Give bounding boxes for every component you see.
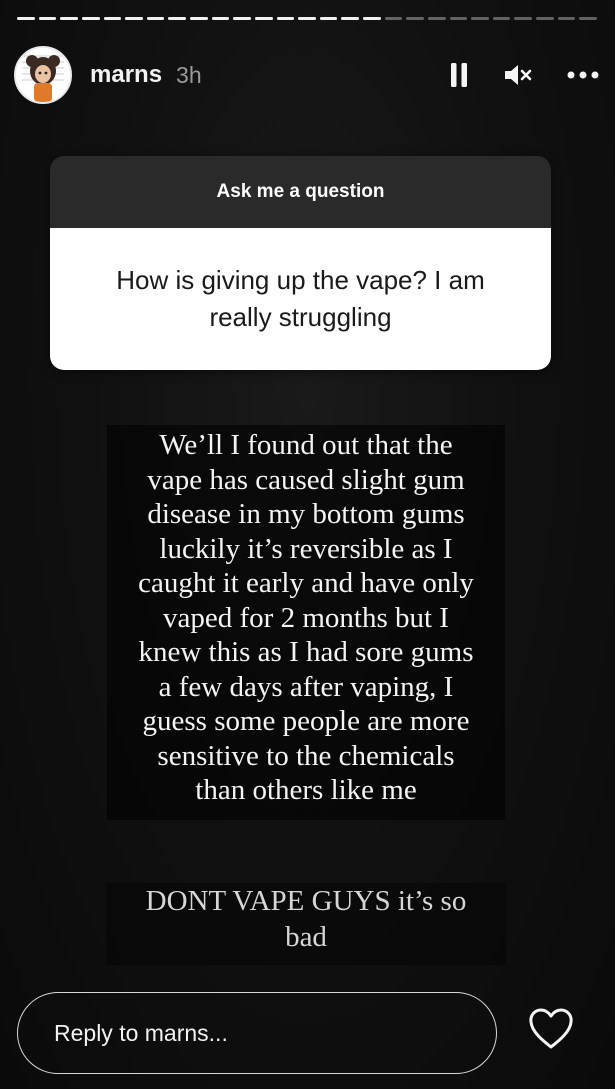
caption-line: knew this as I had sore gums	[138, 636, 474, 668]
progress-segment-fill	[363, 17, 381, 20]
more-icon[interactable]	[567, 71, 599, 79]
reply-input[interactable]: Reply to marns...	[17, 992, 497, 1074]
progress-segment-fill	[168, 17, 186, 20]
progress-segment	[254, 17, 273, 20]
progress-segment-fill	[276, 17, 295, 20]
progress-segment	[211, 17, 230, 20]
caption-line: sensitive to the chemicals	[157, 739, 455, 772]
caption-line: guess some people are more	[142, 705, 470, 737]
progress-segment-fill	[125, 17, 143, 20]
progress-segment	[557, 17, 576, 20]
question-line: How is giving up the vape? I am	[116, 265, 485, 295]
progress-segment	[406, 17, 424, 20]
progress-segment	[233, 17, 251, 20]
cta-line: bad	[285, 921, 327, 953]
progress-segment-fill	[190, 17, 208, 20]
progress-segment-fill	[211, 17, 230, 20]
caption-line: caught it early and have only	[138, 567, 474, 599]
progress-segment	[276, 17, 295, 20]
story-caption: We’ll I found out that the vape has caus…	[107, 425, 505, 820]
caption-line: a few days after vaping, I	[158, 670, 454, 703]
progress-segment	[168, 17, 186, 20]
progress-segment	[38, 17, 57, 20]
progress-segment-fill	[103, 17, 122, 20]
progress-segment	[514, 17, 532, 20]
question-text: How is giving up the vape? I am really s…	[50, 228, 551, 370]
reply-placeholder: Reply to marns...	[54, 1019, 228, 1046]
progress-segment	[17, 17, 35, 20]
cta-line: DONT VAPE GUYS it’s so	[145, 885, 467, 917]
progress-segment-fill	[298, 17, 316, 20]
progress-segment-fill	[233, 17, 251, 20]
heart-icon[interactable]	[528, 1008, 574, 1050]
avatar[interactable]	[14, 46, 72, 104]
progress-segment	[384, 17, 403, 20]
caption-line: than others like me	[195, 774, 417, 806]
progress-segment	[579, 17, 597, 20]
progress-segment	[536, 17, 554, 20]
mute-icon[interactable]	[503, 62, 533, 88]
progress-segment	[125, 17, 143, 20]
progress-segment-fill	[146, 17, 165, 20]
progress-segment	[103, 17, 122, 20]
progress-segment	[190, 17, 208, 20]
story-cta-caption: DONT VAPE GUYS it’s so bad	[106, 883, 506, 965]
progress-segment-fill	[38, 17, 57, 20]
progress-segment-fill	[254, 17, 273, 20]
question-sticker: Ask me a question How is giving up the v…	[50, 156, 551, 370]
caption-line: disease in my bottom gums	[147, 498, 465, 530]
caption-line: vape has caused slight gum	[147, 463, 465, 496]
progress-segment	[81, 17, 100, 20]
story-progress-bar	[17, 17, 597, 21]
progress-segment-fill	[60, 17, 78, 20]
progress-segment	[363, 17, 381, 20]
progress-segment	[146, 17, 165, 20]
question-sticker-title: Ask me a question	[50, 156, 551, 228]
progress-segment	[471, 17, 489, 20]
progress-segment-fill	[81, 17, 100, 20]
progress-segment	[449, 17, 468, 20]
progress-segment	[319, 17, 338, 20]
progress-segment	[427, 17, 446, 20]
story-header: marns 3h	[14, 44, 599, 106]
progress-segment	[492, 17, 511, 20]
header-controls	[449, 62, 599, 88]
avatar-image	[16, 48, 70, 102]
question-line: really struggling	[209, 302, 392, 332]
caption-line: luckily it’s reversible as I	[159, 532, 453, 565]
caption-line: We’ll I found out that the	[159, 429, 453, 461]
progress-segment	[298, 17, 316, 20]
caption-line: vaped for 2 months but I	[163, 601, 449, 634]
progress-segment-fill	[341, 17, 359, 20]
username[interactable]: marns	[90, 61, 162, 89]
progress-segment-fill	[319, 17, 338, 20]
progress-segment	[60, 17, 78, 20]
post-time: 3h	[176, 61, 202, 88]
progress-segment	[341, 17, 359, 20]
pause-icon[interactable]	[449, 62, 469, 88]
progress-segment-fill	[17, 17, 35, 20]
